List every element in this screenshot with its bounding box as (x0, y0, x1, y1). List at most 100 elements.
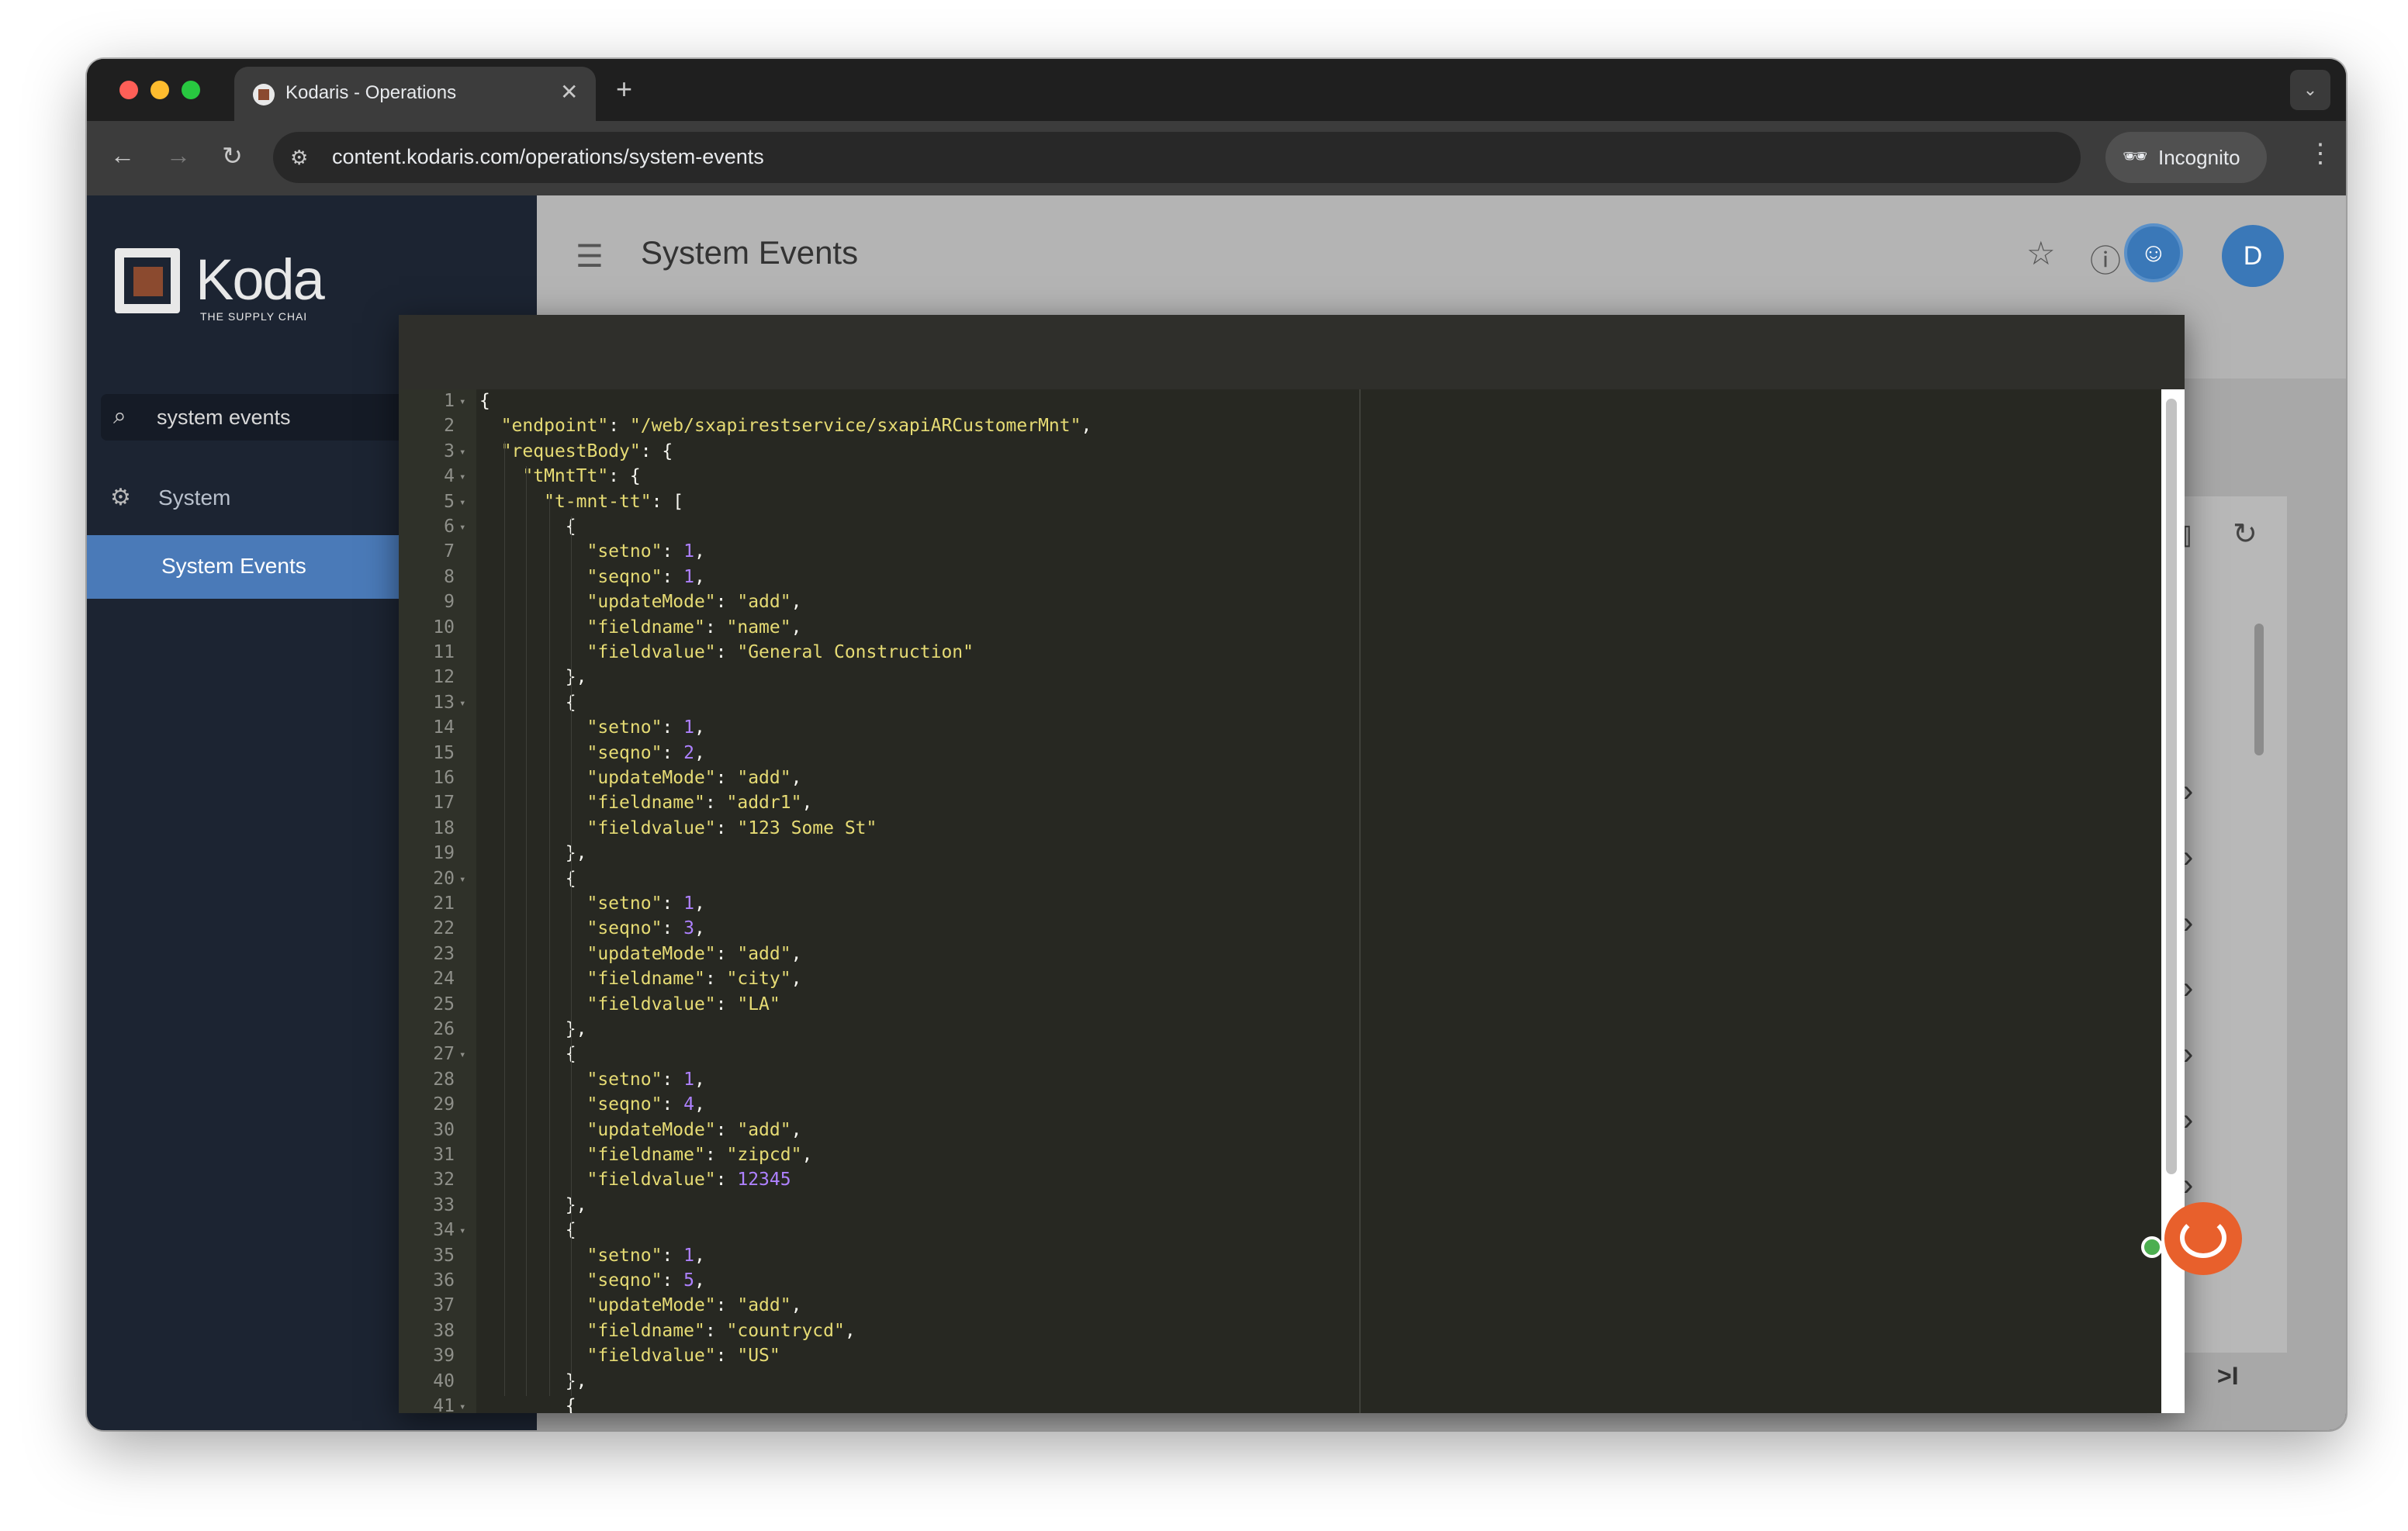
code-line[interactable]: "t-mnt-tt": [ (479, 492, 683, 512)
code-editor[interactable]: 1 ▾ {2 "endpoint": "/web/sxapirestservice/… (399, 389, 1361, 1413)
code-line[interactable]: { (479, 1396, 576, 1413)
code-line[interactable]: "fieldname": "countrycd", (479, 1321, 855, 1341)
table-scrollbar[interactable] (2254, 624, 2264, 755)
chat-widget-icon[interactable] (2164, 1202, 2242, 1275)
online-status-dot (2141, 1236, 2163, 1258)
gear-icon: ⚙ (110, 485, 131, 510)
code-line[interactable]: { (479, 1044, 576, 1064)
editor-scrollbar-thumb[interactable] (2166, 399, 2177, 1174)
code-line[interactable]: "updateMode": "add", (479, 768, 801, 788)
search-icon: ⌕ (113, 403, 126, 429)
code-line[interactable]: "seqno": 3, (479, 918, 704, 938)
line-number: 17 (433, 793, 455, 814)
help-icon[interactable]: ⓘ (2090, 236, 2121, 281)
line-number: 38 (433, 1320, 455, 1341)
url-text[interactable]: content.kodaris.com/operations/system-ev… (332, 145, 764, 169)
line-number: 29 (433, 1094, 455, 1115)
incognito-icon: 🕶 (2123, 144, 2149, 168)
code-line[interactable]: "fieldname": "addr1", (479, 793, 812, 813)
code-line[interactable]: "updateMode": "add", (479, 944, 801, 964)
line-number: 9 (444, 592, 455, 613)
code-line[interactable]: "seqno": 1, (479, 567, 704, 587)
code-line[interactable]: "fieldname": "zipcd", (479, 1145, 812, 1165)
refresh-icon[interactable]: ↻ (2233, 517, 2258, 551)
line-number: 41 (433, 1396, 455, 1413)
reload-icon[interactable]: ↻ (222, 141, 243, 171)
fold-toggle-icon[interactable]: ▾ (459, 471, 465, 483)
code-line[interactable]: "requestBody": { (479, 441, 673, 461)
favorite-star-icon[interactable]: ☆ (2026, 234, 2056, 272)
line-number: 15 (433, 742, 455, 763)
fold-toggle-icon[interactable]: ▾ (459, 521, 465, 534)
back-icon[interactable]: ← (110, 141, 135, 170)
line-number: 23 (433, 943, 455, 964)
code-line[interactable]: { (479, 869, 576, 889)
code-line[interactable]: "fieldname": "city", (479, 969, 801, 989)
address-bar[interactable]: ⚙ content.kodaris.com/operations/system-… (273, 132, 2226, 183)
code-line[interactable]: "setno": 1, (479, 893, 704, 914)
code-line[interactable]: { (479, 517, 576, 537)
code-line[interactable]: "updateMode": "add", (479, 1295, 801, 1315)
site-settings-icon[interactable]: ⚙ (290, 146, 308, 170)
indent-guide (549, 491, 550, 1396)
code-line[interactable]: "fieldvalue": "General Construction" (479, 642, 974, 662)
maximize-window-button[interactable] (182, 81, 200, 99)
fold-toggle-icon[interactable]: ▾ (459, 873, 465, 886)
code-line[interactable]: "seqno": 4, (479, 1094, 704, 1115)
code-line[interactable]: "setno": 1, (479, 1070, 704, 1090)
line-number: 21 (433, 893, 455, 914)
code-line[interactable]: "setno": 1, (479, 1246, 704, 1266)
fold-toggle-icon[interactable]: ▾ (459, 496, 465, 509)
code-line[interactable]: "seqno": 2, (479, 743, 704, 763)
line-number: 4 (444, 466, 455, 487)
line-number: 6 (444, 517, 455, 537)
browser-tab[interactable]: Kodaris - Operations ✕ (234, 67, 596, 121)
fold-toggle-icon[interactable]: ▾ (459, 396, 465, 408)
more-icon[interactable]: ⋮ (2307, 138, 2334, 169)
code-line[interactable]: "setno": 1, (479, 541, 704, 562)
new-tab-icon[interactable]: + (616, 73, 632, 105)
code-line[interactable]: "endpoint": "/web/sxapirestservice/sxapi… (479, 416, 1092, 436)
tab-search-chevron-icon[interactable]: ⌄ (2290, 70, 2330, 110)
code-line[interactable]: { (479, 693, 576, 713)
line-number: 27 (433, 1044, 455, 1065)
hamburger-menu-icon[interactable]: ☰ (576, 239, 604, 275)
fold-toggle-icon[interactable]: ▾ (459, 446, 465, 458)
pager-last-button[interactable]: >I (2217, 1362, 2239, 1391)
indent-guide (504, 441, 505, 1396)
forward-icon[interactable]: → (166, 141, 191, 170)
code-line[interactable]: { (479, 1220, 576, 1240)
fold-toggle-icon[interactable]: ▾ (459, 1225, 465, 1237)
line-number: 34 (433, 1220, 455, 1241)
code-line[interactable]: "updateMode": "add", (479, 592, 801, 612)
code-line[interactable]: "fieldvalue": "US" (479, 1346, 780, 1366)
code-line[interactable]: { (479, 391, 490, 411)
code-line[interactable]: "updateMode": "add", (479, 1120, 801, 1140)
code-line[interactable]: "seqno": 5, (479, 1270, 704, 1291)
line-number: 30 (433, 1119, 455, 1140)
fold-toggle-icon[interactable]: ▾ (459, 697, 465, 710)
assistant-bot-icon[interactable]: ☺ (2124, 223, 2183, 282)
avatar[interactable]: D (2222, 225, 2284, 287)
line-number: 12 (433, 667, 455, 688)
code-line[interactable]: "fieldname": "name", (479, 617, 801, 638)
kodaris-favicon-icon (253, 84, 275, 105)
fold-toggle-icon[interactable]: ▾ (459, 1049, 465, 1061)
close-window-button[interactable] (119, 81, 138, 99)
browser-window: Kodaris - Operations ✕ + ⌄ ← → ↻ ⚙ conte… (87, 59, 2346, 1430)
line-number: 11 (433, 642, 455, 662)
modal-header (399, 315, 2185, 389)
code-line[interactable]: "fieldvalue": "123 Some St" (479, 818, 877, 838)
code-line[interactable]: "setno": 1, (479, 717, 704, 738)
line-number: 40 (433, 1370, 455, 1391)
incognito-badge[interactable]: 🕶 Incognito (2105, 132, 2267, 183)
minimize-window-button[interactable] (150, 81, 169, 99)
line-number: 10 (433, 617, 455, 638)
code-line[interactable]: "fieldvalue": "LA" (479, 994, 780, 1014)
print-margin (1359, 389, 1361, 1413)
fold-toggle-icon[interactable]: ▾ (459, 1401, 465, 1413)
search-input[interactable]: system events (157, 406, 291, 430)
tab-close-icon[interactable]: ✕ (560, 79, 578, 105)
line-number: 31 (433, 1145, 455, 1165)
incognito-label: Incognito (2158, 146, 2240, 169)
